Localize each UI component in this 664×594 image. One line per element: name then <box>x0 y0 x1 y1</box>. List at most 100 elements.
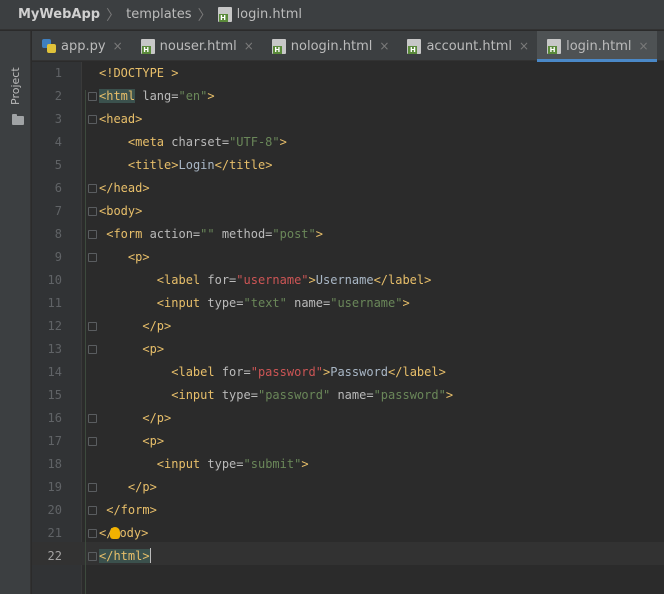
line-number: 5 <box>54 158 62 172</box>
code-line[interactable]: 18 <input type="submit"> <box>32 453 664 476</box>
breadcrumb-folder[interactable]: templates <box>126 7 191 22</box>
project-tool-button[interactable]: Project <box>9 67 22 105</box>
line-number: 1 <box>54 66 62 80</box>
code-line[interactable]: 8 <form action="" method="post"> <box>32 223 664 246</box>
code-text: <!DOCTYPE > <box>99 66 179 80</box>
code-line[interactable]: 20 </form> <box>32 499 664 522</box>
line-number: 17 <box>47 434 62 448</box>
code-text: <head> <box>99 112 143 126</box>
code-line[interactable]: 13 <p> <box>32 338 664 361</box>
code-line[interactable]: 11 <input type="text" name="username"> <box>32 292 664 315</box>
fold-marker-icon[interactable] <box>88 529 97 538</box>
code-lines: 1 <!DOCTYPE > 2 <html lang="en"> 3 <head> 4 <m… <box>32 62 664 568</box>
html-file-icon <box>217 7 232 22</box>
line-number: 8 <box>54 227 62 241</box>
tab-account-html[interactable]: account.html × <box>397 31 537 61</box>
code-text: <body> <box>99 204 143 218</box>
code-line[interactable]: 12 </p> <box>32 315 664 338</box>
chevron-right-icon: 〉 <box>197 7 212 24</box>
breadcrumb-project[interactable]: MyWebApp <box>18 7 100 22</box>
tab-label: app.py <box>61 38 106 54</box>
code-line[interactable]: 16 </p> <box>32 407 664 430</box>
code-line[interactable]: 7 <body> <box>32 200 664 223</box>
text-cursor <box>149 548 151 563</box>
code-text: <title>Login</title> <box>127 158 273 172</box>
fold-marker-icon[interactable] <box>88 207 97 216</box>
code-line[interactable]: 21 </ody> <box>32 522 664 545</box>
fold-marker-icon[interactable] <box>88 414 97 423</box>
line-number: 15 <box>47 388 62 402</box>
tab-nologin-html[interactable]: nologin.html × <box>262 31 398 61</box>
tab-label: login.html <box>566 38 632 54</box>
tab-label: nouser.html <box>159 38 237 54</box>
tab-app-py[interactable]: app.py × <box>32 31 131 61</box>
folder-icon[interactable] <box>12 114 24 125</box>
line-number: 7 <box>54 204 62 218</box>
line-number: 3 <box>54 112 62 126</box>
code-text: </html> <box>99 548 151 563</box>
line-number: 14 <box>47 365 62 379</box>
html-file-icon <box>547 38 562 54</box>
code-text: </p> <box>142 411 172 425</box>
code-line[interactable]: 15 <input type="password" name="password… <box>32 384 664 407</box>
fold-marker-icon[interactable] <box>88 92 97 101</box>
html-file-icon <box>271 38 286 54</box>
code-text: <input type="password" name="password"> <box>171 388 454 402</box>
fold-marker-icon[interactable] <box>88 483 97 492</box>
code-line[interactable]: 1 <!DOCTYPE > <box>32 62 664 85</box>
code-text: </p> <box>142 319 172 333</box>
close-icon[interactable]: × <box>639 39 649 53</box>
breadcrumb: MyWebApp 〉 templates 〉 login.html <box>0 0 664 30</box>
code-line[interactable]: 3 <head> <box>32 108 664 131</box>
close-icon[interactable]: × <box>379 39 389 53</box>
line-number: 11 <box>47 296 62 310</box>
line-number: 2 <box>54 89 62 103</box>
tab-login-html[interactable]: login.html × <box>537 31 658 62</box>
fold-marker-icon[interactable] <box>88 437 97 446</box>
python-file-icon <box>42 39 56 53</box>
tool-window-strip: Project <box>0 31 31 594</box>
fold-marker-icon[interactable] <box>88 345 97 354</box>
html-file-icon <box>407 38 422 54</box>
line-number: 16 <box>47 411 62 425</box>
code-line[interactable]: 6 </head> <box>32 177 664 200</box>
code-text: <p> <box>127 250 150 264</box>
close-icon[interactable]: × <box>113 39 123 53</box>
code-line[interactable]: 17 <p> <box>32 430 664 453</box>
editor-tabs: app.py × nouser.html × nologin.html × ac… <box>32 31 664 62</box>
line-number: 21 <box>47 526 62 540</box>
line-number: 13 <box>47 342 62 356</box>
code-line[interactable]: 19 </p> <box>32 476 664 499</box>
line-number: 4 <box>54 135 62 149</box>
line-number: 18 <box>47 457 62 471</box>
close-icon[interactable]: × <box>519 39 529 53</box>
breadcrumb-file[interactable]: login.html <box>237 7 302 22</box>
code-line[interactable]: 5 <title>Login</title> <box>32 154 664 177</box>
fold-marker-icon[interactable] <box>88 230 97 239</box>
code-text: </head> <box>99 181 150 195</box>
fold-marker-icon[interactable] <box>88 322 97 331</box>
code-text: </p> <box>127 480 157 494</box>
fold-marker-icon[interactable] <box>88 115 97 124</box>
code-text: <html lang="en"> <box>99 89 215 103</box>
close-icon[interactable]: × <box>244 39 254 53</box>
fold-marker-icon[interactable] <box>88 184 97 193</box>
code-editor[interactable]: 1 <!DOCTYPE > 2 <html lang="en"> 3 <head> 4 <m… <box>32 62 664 594</box>
code-line[interactable]: 9 <p> <box>32 246 664 269</box>
line-number: 10 <box>47 273 62 287</box>
code-line[interactable]: 10 <label for="username">Username</label… <box>32 269 664 292</box>
line-number: 9 <box>54 250 62 264</box>
fold-marker-icon[interactable] <box>88 506 97 515</box>
tab-nouser-html[interactable]: nouser.html × <box>131 31 262 61</box>
code-text: <form action="" method="post"> <box>106 227 323 241</box>
code-line[interactable]: 2 <html lang="en"> <box>32 85 664 108</box>
fold-marker-icon[interactable] <box>88 552 97 561</box>
line-number: 22 <box>47 549 62 563</box>
code-line[interactable]: 4 <meta charset="UTF-8"> <box>32 131 664 154</box>
code-text: <p> <box>142 434 165 448</box>
code-line[interactable]: 22 </html> <box>32 545 664 568</box>
tab-label: nologin.html <box>290 38 373 54</box>
code-text: </ody> <box>99 526 149 540</box>
code-line[interactable]: 14 <label for="password">Password</label… <box>32 361 664 384</box>
fold-marker-icon[interactable] <box>88 253 97 262</box>
